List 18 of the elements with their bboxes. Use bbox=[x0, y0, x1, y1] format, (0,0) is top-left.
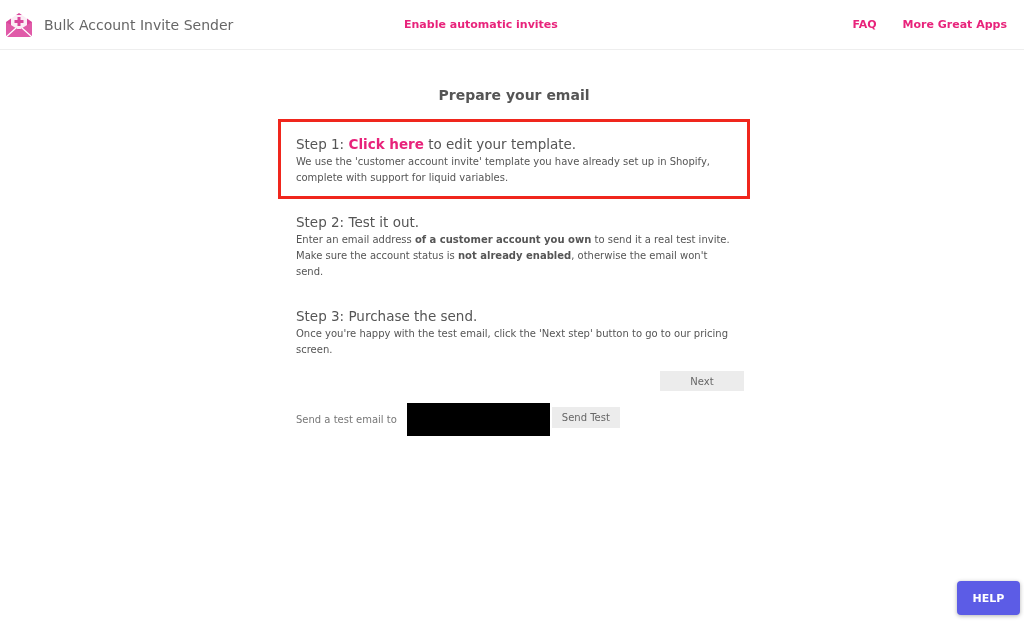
step-description: Make sure the account status is not already enabled, otherwise the email won't send. bbox=[296, 249, 709, 279]
step-title: Step 3: Purchase the send. bbox=[296, 308, 479, 324]
step-title: Step 1: Click here to edit your template. bbox=[296, 136, 578, 152]
enable-invites-link[interactable]: Enable automatic invites bbox=[404, 18, 558, 31]
page-heading: Prepare your email bbox=[437, 87, 591, 103]
app-title: Bulk Account Invite Sender bbox=[44, 16, 234, 33]
send-test-button[interactable]: Send Test bbox=[551, 407, 620, 428]
template-link[interactable]: Click here bbox=[348, 136, 424, 152]
nav-link[interactable]: FAQ bbox=[852, 18, 877, 31]
step-description: Enter an email address of a customer account you own to send it a real test invite. bbox=[296, 233, 731, 247]
nav-link[interactable]: More Great Apps bbox=[902, 18, 1007, 31]
step-description: We use the 'customer account invite' template you have already set up in Shopify, complete with support for liquid variables. bbox=[296, 155, 712, 185]
step-description: Once you're happy with the test email, click the 'Next step' button to go to our pricing screen. bbox=[296, 327, 730, 357]
next-button[interactable]: Next bbox=[660, 371, 744, 391]
step-title: Step 2: Test it out. bbox=[296, 214, 421, 230]
test-email-label: Send a test email to bbox=[296, 414, 397, 425]
help-button[interactable]: HELP bbox=[957, 581, 1020, 615]
email-input-field[interactable] bbox=[406, 403, 550, 436]
